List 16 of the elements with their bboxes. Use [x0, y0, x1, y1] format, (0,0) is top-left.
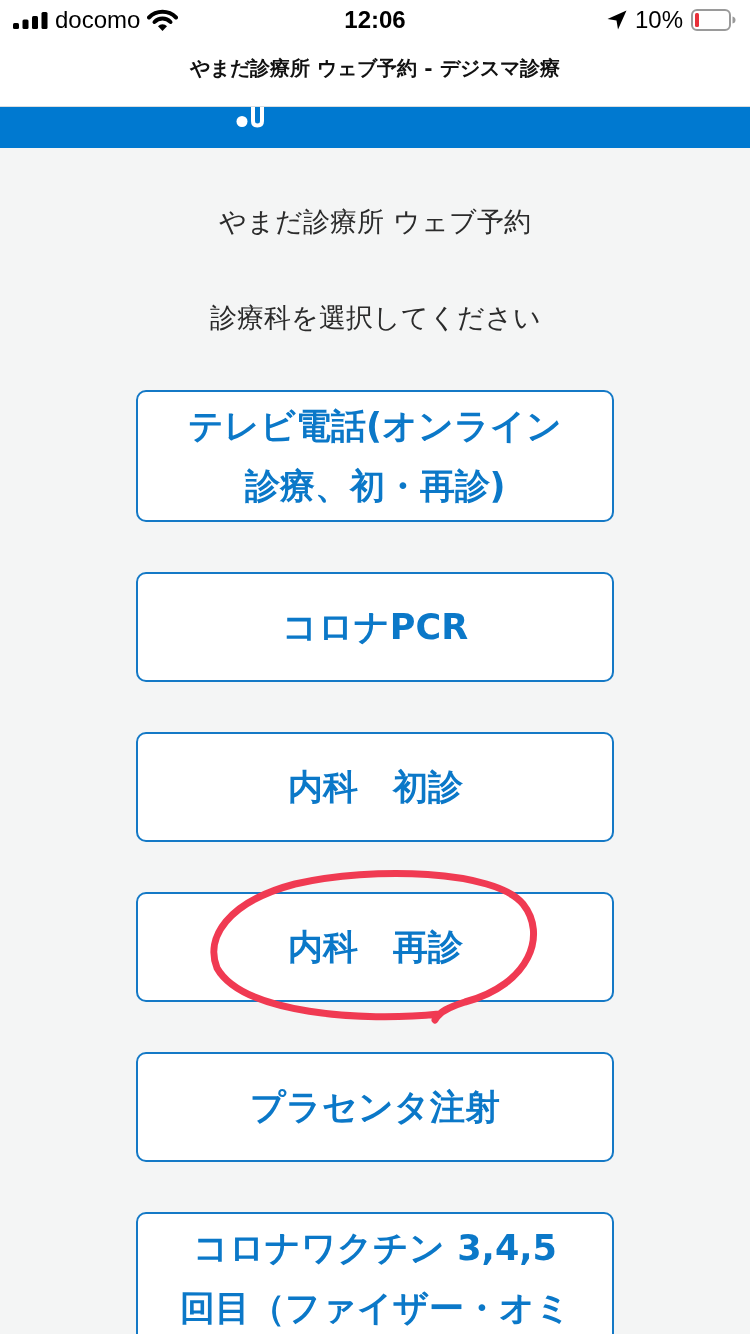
department-button[interactable]: 内科 初診 [136, 732, 614, 842]
wifi-icon [147, 9, 179, 31]
department-button[interactable]: コロナPCR [136, 572, 614, 682]
department-button[interactable]: テレビ電話(オンライン診療、初・再診) [136, 390, 614, 522]
department-button[interactable]: 内科 再診 [136, 892, 614, 1002]
battery-icon [691, 9, 736, 31]
department-button[interactable]: コロナワクチン 3,4,5回目（ファイザー・オミ [136, 1212, 614, 1334]
carrier-name: docomo [55, 6, 141, 34]
page-title: やまだ診療所 ウェブ予約 - デジスマ診療 [190, 54, 560, 82]
battery-percent: 10% [634, 6, 683, 34]
department-button[interactable]: プラセンタ注射 [136, 1052, 614, 1162]
instruction-text: 診療科を選択してください [209, 301, 541, 335]
location-arrow-icon [606, 10, 627, 30]
status-time: 12:06 [344, 6, 406, 33]
clinic-name: やまだ診療所 ウェブ予約 [219, 205, 531, 239]
signal-icon [13, 11, 48, 29]
